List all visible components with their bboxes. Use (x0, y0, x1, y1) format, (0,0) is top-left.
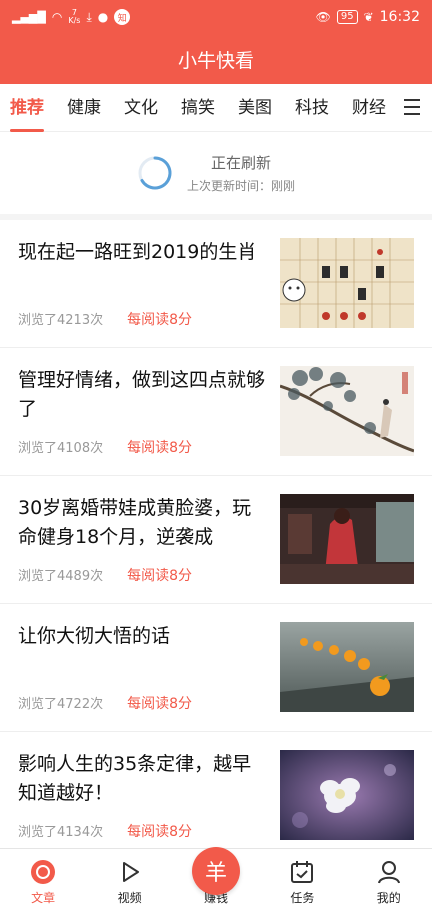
reward-label: 每阅读8分 (127, 440, 193, 456)
ink-painting-image (280, 366, 414, 456)
tab-health[interactable]: 健康 (67, 84, 101, 132)
calendar-icon (291, 861, 314, 883)
article-title: 30岁离婚带娃成黄脸婆，玩命健身18个月，逆袭成 (18, 497, 252, 548)
app-title-bar: 小牛快看 (0, 34, 432, 84)
article-item[interactable]: 现在起一路旺到2019的生肖 浏览了4213次 每阅读8分 (0, 220, 432, 348)
nav-label: 视频 (117, 891, 142, 905)
tab-pictures[interactable]: 美图 (238, 84, 272, 132)
nav-label: 文章 (31, 891, 56, 905)
user-icon (377, 861, 400, 884)
status-bar: ▂▄▆█ ◠ 7 K/s ⤓ ● 知 👁 95 ❦ 16:32 (0, 0, 432, 34)
view-count: 浏览了4108次 (18, 441, 104, 456)
reward-label: 每阅读8分 (127, 312, 193, 328)
article-item[interactable]: 30岁离婚带娃成黄脸婆，玩命健身18个月，逆袭成 浏览了4489次 每阅读8分 (0, 476, 432, 604)
nav-mine[interactable]: 我的 (349, 859, 429, 906)
clock: 16:32 (379, 9, 420, 25)
bottom-navigation: 文章 视频 羊 赚钱 任务 我的 (0, 847, 432, 912)
refresh-indicator: 正在刷新 上次更新时间：刚刚 (0, 132, 432, 214)
leaf-icon: ❦ (363, 10, 374, 24)
reward-label: 每阅读8分 (127, 824, 193, 840)
reward-label: 每阅读8分 (127, 696, 193, 712)
nav-article[interactable]: 文章 (3, 859, 83, 906)
article-title: 让你大彻大悟的话 (18, 625, 171, 647)
loading-spinner-icon (138, 156, 172, 190)
eye-icon: 👁 (315, 10, 331, 24)
view-count: 浏览了4489次 (18, 569, 104, 584)
category-tabs: 推荐 健康 文化 搞笑 美图 科技 财经 (0, 84, 432, 132)
tab-culture[interactable]: 文化 (124, 84, 158, 132)
last-update-time: 上次更新时间：刚刚 (186, 179, 295, 193)
reward-label: 每阅读8分 (127, 568, 193, 584)
menu-icon[interactable] (404, 99, 420, 115)
zodiac-chart-image (280, 238, 414, 328)
zhihu-notification-icon: 知 (114, 9, 131, 25)
nav-label: 任务 (290, 891, 315, 905)
article-list: 现在起一路旺到2019的生肖 浏览了4213次 每阅读8分 管理好情绪，做到这四… (0, 220, 432, 860)
signal-icon: ▂▄▆█ (12, 10, 46, 24)
nav-video[interactable]: 视频 (90, 859, 170, 906)
network-speed: 7 K/s (68, 8, 81, 25)
download-icon: ⤓ (86, 9, 92, 24)
app-title: 小牛快看 (177, 49, 254, 72)
article-title: 管理好情绪，做到这四点就够了 (18, 369, 266, 420)
nav-task[interactable]: 任务 (262, 859, 342, 906)
view-count: 浏览了4213次 (18, 313, 104, 328)
view-count: 浏览了4134次 (18, 825, 104, 840)
wifi-icon: ◠ (51, 10, 63, 24)
article-title: 现在起一路旺到2019的生肖 (18, 241, 257, 263)
view-count: 浏览了4722次 (18, 697, 104, 712)
play-icon (122, 862, 139, 882)
tab-tech[interactable]: 科技 (295, 84, 329, 132)
article-item[interactable]: 管理好情绪，做到这四点就够了 浏览了4108次 每阅读8分 (0, 348, 432, 476)
oranges-image (280, 622, 414, 712)
coin-icon: 羊 (191, 847, 240, 895)
tab-recommend[interactable]: 推荐 (10, 84, 44, 132)
tab-funny[interactable]: 搞笑 (181, 84, 215, 132)
message-icon: ● (97, 10, 109, 24)
article-item[interactable]: 让你大彻大悟的话 浏览了4722次 每阅读8分 (0, 604, 432, 732)
article-item[interactable]: 影响人生的35条定律，越早知道越好！ 浏览了4134次 每阅读8分 (0, 732, 432, 860)
article-title: 影响人生的35条定律，越早知道越好！ (18, 753, 252, 804)
woman-red-dress-image (280, 494, 414, 584)
nav-earn[interactable]: 羊 赚钱 (176, 847, 256, 906)
white-flower-image (280, 750, 414, 840)
tab-finance[interactable]: 财经 (352, 84, 386, 132)
refresh-status: 正在刷新 (210, 154, 271, 172)
nav-label: 我的 (376, 891, 401, 905)
battery-icon: 95 (336, 10, 358, 24)
article-icon (31, 860, 56, 884)
